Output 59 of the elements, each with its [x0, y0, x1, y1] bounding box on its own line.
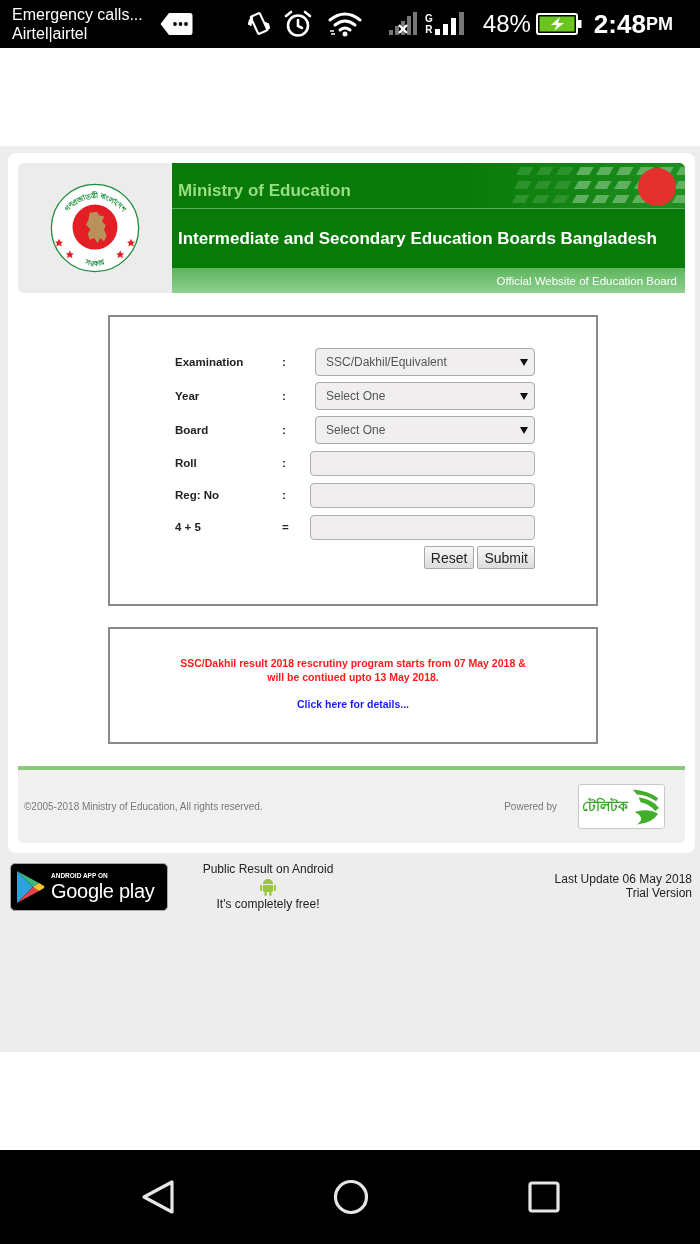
- back-icon[interactable]: [141, 1179, 175, 1215]
- signal-icon: [389, 12, 417, 36]
- clock-period: PM: [645, 13, 673, 35]
- promo-subtitle: It's completely free!: [216, 897, 320, 911]
- details-link[interactable]: Click here for details...: [296, 698, 409, 710]
- roaming-label: R: [425, 24, 433, 35]
- caret-icon: [520, 392, 528, 400]
- network-type-label: G: [425, 13, 433, 24]
- field-label: Reg: No: [175, 489, 221, 501]
- site-title: Intermediate and Secondary Education Boards Bangladesh: [178, 228, 657, 249]
- dropdown-field[interactable]: SSC/Dakhil/Equivalent: [315, 348, 535, 376]
- dropdown-field[interactable]: Select One: [315, 382, 535, 410]
- star-icon: [54, 238, 64, 247]
- star-icon: [126, 238, 136, 247]
- vibrate-icon: [248, 11, 270, 37]
- android-robot-icon: [259, 878, 277, 896]
- input-field[interactable]: [310, 451, 535, 476]
- wifi-icon: [327, 11, 363, 37]
- home-icon[interactable]: [333, 1179, 369, 1215]
- last-update-text: Last Update 06 May 2018: [554, 872, 692, 886]
- sponsor-logo-text: টেলিটক: [582, 796, 628, 816]
- label-separator: :: [282, 356, 287, 368]
- clock-time: 2:48: [593, 8, 646, 40]
- recent-apps-icon[interactable]: [528, 1181, 560, 1213]
- copyright-text: ©2005-2018 Ministry of Education, All rights reserved.: [24, 801, 264, 812]
- label-separator: :: [282, 457, 287, 469]
- field-label: Board: [175, 424, 210, 436]
- tagline-text: Official Website of Education Board: [496, 274, 677, 287]
- form-button[interactable]: Reset: [423, 546, 475, 569]
- field-label: 4 + 5: [175, 521, 202, 533]
- battery-percent: 48%: [482, 10, 531, 38]
- powered-by-text: Powered by: [504, 801, 557, 812]
- field-label: Roll: [175, 457, 198, 469]
- input-field[interactable]: [310, 515, 535, 540]
- play-triangle-icon: [15, 870, 45, 904]
- version-text: Trial Version: [625, 886, 692, 900]
- field-label: Year: [175, 390, 201, 402]
- label-separator: =: [282, 521, 290, 533]
- alarm-clock-icon: [284, 10, 312, 38]
- label-separator: :: [282, 390, 287, 402]
- promo-title: Public Result on Android: [202, 862, 334, 876]
- battery-charging-icon: [535, 13, 582, 35]
- form-button[interactable]: Submit: [477, 546, 535, 569]
- notification-text: Emergency calls...: [12, 5, 144, 24]
- signal-icon: [434, 12, 465, 36]
- caret-icon: [520, 358, 528, 366]
- message-tag-icon: [160, 12, 193, 36]
- badge-title: Google play: [51, 880, 155, 902]
- notification-text: Airtel|airtel: [12, 24, 89, 43]
- notice-message: SSC/Dakhil result 2018 rescrutiny program starts from 07 May 2018 & will be contiued upto 13 May 2018.: [180, 656, 526, 684]
- label-separator: :: [282, 489, 287, 501]
- star-icon: [65, 250, 74, 259]
- caret-icon: [520, 426, 528, 434]
- star-icon: [116, 250, 125, 259]
- dropdown-field[interactable]: Select One: [315, 416, 535, 444]
- ministry-name: Ministry of Education: [178, 181, 351, 201]
- label-separator: :: [282, 424, 287, 436]
- input-field[interactable]: [310, 483, 535, 508]
- field-label: Examination: [175, 356, 245, 368]
